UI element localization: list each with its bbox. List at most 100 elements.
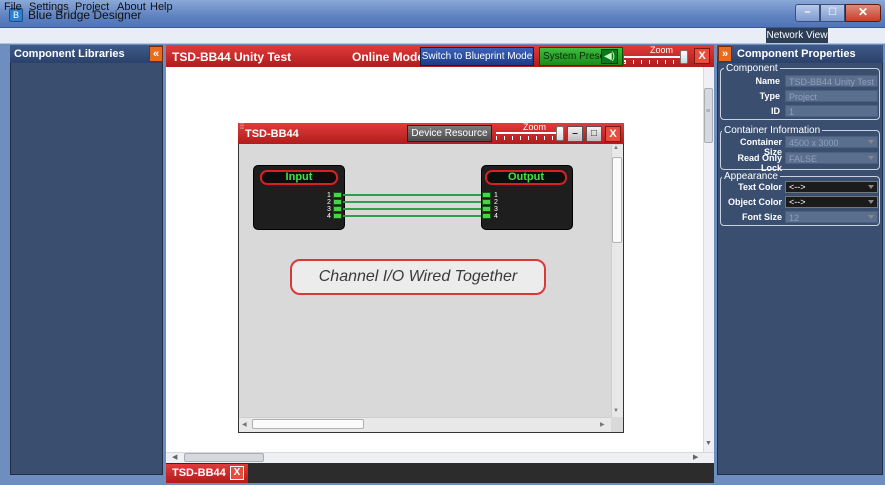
device-horizontal-scroll-thumb[interactable] bbox=[252, 419, 364, 429]
input-pin-number: 4 bbox=[327, 213, 331, 220]
prop-value-id[interactable]: 1 bbox=[785, 105, 878, 117]
zoom-slider-track[interactable] bbox=[624, 56, 684, 58]
scroll-left-arrow-icon[interactable]: ◀ bbox=[172, 453, 177, 461]
prop-label-type: Type bbox=[759, 91, 780, 101]
input-pin[interactable] bbox=[333, 213, 342, 219]
chevron-down-icon bbox=[868, 185, 874, 189]
device-zoom-slider-track[interactable] bbox=[496, 132, 560, 134]
output-pin[interactable] bbox=[482, 213, 491, 219]
wire-channel-1[interactable] bbox=[343, 194, 482, 196]
container-size-text: 4500 x 3000 bbox=[789, 138, 839, 148]
device-resource-button[interactable]: Device Resource bbox=[407, 125, 492, 142]
device-zoom-label: Zoom bbox=[523, 122, 547, 132]
canvas-horizontal-scroll-thumb[interactable] bbox=[184, 453, 264, 462]
input-block-label: Input bbox=[260, 170, 338, 185]
input-pin[interactable] bbox=[333, 206, 342, 212]
wire-channel-2[interactable] bbox=[343, 201, 482, 203]
output-pin[interactable] bbox=[482, 206, 491, 212]
chevron-down-icon bbox=[868, 200, 874, 204]
output-pin-number: 2 bbox=[494, 199, 498, 206]
scroll-down-arrow-icon[interactable]: ▼ bbox=[705, 440, 712, 447]
zoom-slider-thumb[interactable] bbox=[680, 50, 688, 64]
prop-value-name[interactable]: TSD-BB44 Unity Test bbox=[785, 75, 878, 87]
device-title: TSD-BB44 bbox=[245, 128, 299, 140]
wire-channel-4[interactable] bbox=[343, 215, 482, 217]
output-pin-number: 4 bbox=[494, 213, 498, 220]
collapse-right-icon[interactable]: » bbox=[718, 46, 732, 62]
speaker-icon[interactable]: ◀) bbox=[601, 49, 618, 64]
prop-label-text-color: Text Color bbox=[738, 182, 782, 192]
chevron-down-icon bbox=[868, 140, 874, 144]
input-pin[interactable] bbox=[333, 192, 342, 198]
menu-file[interactable]: File bbox=[4, 1, 22, 13]
device-zoom-slider-ticks bbox=[496, 136, 560, 140]
network-view-button[interactable]: Network View bbox=[766, 28, 828, 43]
zoom-label: Zoom bbox=[650, 45, 674, 55]
component-libraries-panel bbox=[10, 45, 163, 475]
mode-label: Online Mode bbox=[352, 50, 424, 64]
menu-about[interactable]: About bbox=[117, 1, 146, 13]
maximize-button[interactable]: ☐ bbox=[820, 4, 845, 22]
object-color-text: <--> bbox=[789, 197, 806, 207]
font-size-text: 12 bbox=[789, 213, 800, 223]
minimize-button[interactable]: – bbox=[795, 4, 820, 22]
output-pin[interactable] bbox=[482, 192, 491, 198]
component-group-title: Component bbox=[724, 63, 780, 74]
wire-channel-3[interactable] bbox=[343, 208, 482, 210]
text-color-text: <--> bbox=[789, 182, 806, 192]
device-close-icon[interactable]: X bbox=[605, 126, 621, 142]
prop-value-type[interactable]: Project bbox=[785, 90, 878, 102]
project-title: TSD-BB44 Unity Test bbox=[172, 50, 292, 64]
device-minimize-icon[interactable]: – bbox=[567, 126, 583, 142]
scroll-right-arrow-icon[interactable]: ▶ bbox=[693, 453, 698, 461]
device-vertical-scroll-thumb[interactable] bbox=[612, 157, 622, 243]
annotation-note[interactable]: Channel I/O Wired Together bbox=[290, 259, 546, 295]
device-scroll-left-icon[interactable]: ◀ bbox=[242, 421, 247, 428]
appearance-group-title: Appearance bbox=[722, 171, 780, 182]
prop-label-object-color: Object Color bbox=[727, 197, 782, 207]
canvas-vertical-scroll-thumb[interactable] bbox=[704, 88, 713, 143]
device-zoom-slider-thumb[interactable] bbox=[556, 126, 564, 141]
prop-label-read-only-lock: Read Only Lock bbox=[737, 153, 782, 173]
bottom-tab-close-icon[interactable]: X bbox=[230, 466, 244, 480]
device-maximize-icon[interactable]: □ bbox=[586, 126, 602, 142]
close-window-button[interactable]: ✕ bbox=[845, 4, 881, 22]
device-scroll-down-icon[interactable]: ▼ bbox=[613, 408, 619, 414]
device-scroll-right-icon[interactable]: ▶ bbox=[600, 421, 605, 428]
bottom-tab-bar bbox=[166, 463, 714, 483]
menu-help[interactable]: Help bbox=[150, 1, 173, 13]
input-pin-number: 2 bbox=[327, 199, 331, 206]
input-pin[interactable] bbox=[333, 199, 342, 205]
read-only-lock-text: FALSE bbox=[789, 154, 818, 164]
output-pin-number: 3 bbox=[494, 206, 498, 213]
prop-label-name: Name bbox=[755, 76, 780, 86]
output-pin-number: 1 bbox=[494, 192, 498, 199]
chevron-down-icon bbox=[868, 215, 874, 219]
output-pin[interactable] bbox=[482, 199, 491, 205]
prop-value-text-color[interactable]: <--> bbox=[785, 181, 878, 193]
menu-settings[interactable]: Settings bbox=[29, 1, 69, 13]
menu-bar bbox=[0, 28, 885, 44]
switch-to-blueprint-button[interactable]: Switch to Blueprint Mode bbox=[420, 47, 534, 66]
bottom-tab-label[interactable]: TSD-BB44 bbox=[172, 467, 226, 479]
zoom-slider-ticks bbox=[624, 60, 684, 64]
prop-value-read-only-lock[interactable]: FALSE bbox=[785, 152, 878, 164]
device-grip-icon: ⁞⁞ bbox=[240, 124, 244, 131]
component-properties-title: Component Properties bbox=[717, 45, 883, 63]
close-project-icon[interactable]: X bbox=[694, 48, 710, 64]
prop-value-object-color[interactable]: <--> bbox=[785, 196, 878, 208]
menu-project[interactable]: Project bbox=[75, 1, 109, 13]
chevron-down-icon bbox=[868, 156, 874, 160]
prop-label-id: ID bbox=[771, 106, 780, 116]
component-libraries-title: Component Libraries bbox=[10, 45, 163, 63]
input-pin-number: 3 bbox=[327, 206, 331, 213]
scroll-grip-icon: ≡ bbox=[706, 108, 711, 115]
prop-label-font-size: Font Size bbox=[742, 212, 782, 222]
prop-value-container-size[interactable]: 4500 x 3000 bbox=[785, 136, 878, 148]
container-info-title: Container Information bbox=[722, 125, 823, 136]
collapse-left-icon[interactable]: « bbox=[149, 46, 163, 62]
output-block-label: Output bbox=[485, 170, 567, 185]
input-pin-number: 1 bbox=[327, 192, 331, 199]
prop-value-font-size[interactable]: 12 bbox=[785, 211, 878, 223]
device-scroll-up-icon[interactable]: ▲ bbox=[613, 145, 619, 151]
